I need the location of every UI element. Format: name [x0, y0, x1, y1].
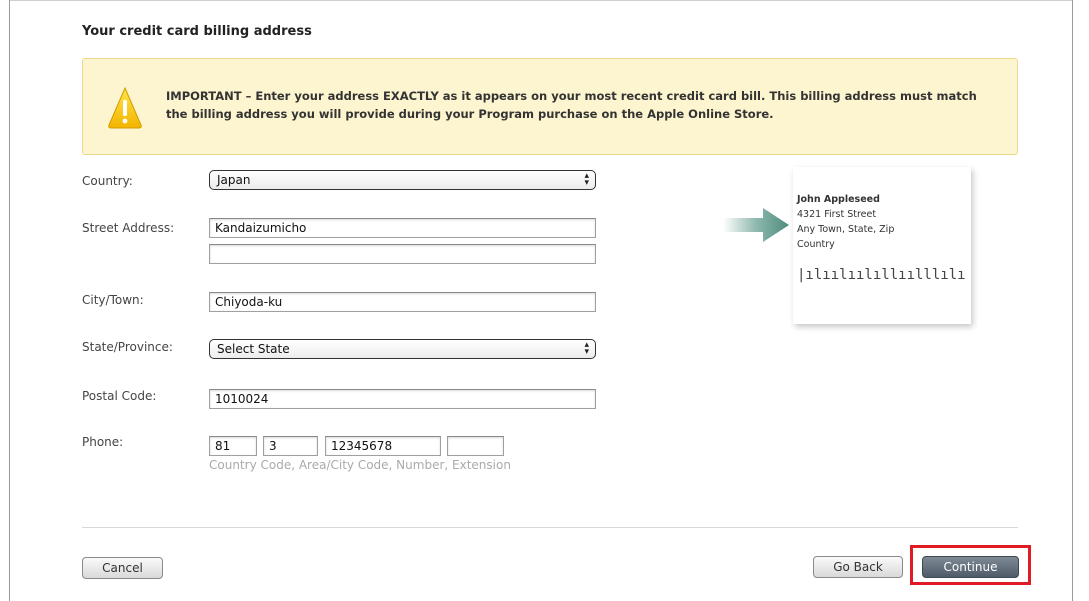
section-title: Your credit card billing address: [82, 24, 312, 39]
country-select[interactable]: Japan ▴ ▾: [209, 170, 596, 190]
state-select[interactable]: Select State ▴ ▾: [209, 339, 596, 359]
sample-name: John Appleseed: [797, 194, 880, 205]
state-select-value: Select State: [217, 342, 290, 356]
phone-hint: Country Code, Area/City Code, Number, Ex…: [209, 458, 511, 472]
phone-number-field[interactable]: 12345678: [325, 436, 441, 456]
select-arrows-icon: ▴ ▾: [584, 171, 589, 188]
warning-icon: [108, 86, 142, 129]
street-address-line1-field[interactable]: Kandaizumicho: [209, 218, 596, 238]
sample-address-text: John Appleseed 4321 First Street Any Tow…: [797, 192, 894, 252]
frame-top-border: [9, 0, 1073, 1]
street-address-line2-field[interactable]: [209, 244, 596, 264]
postal-code-label: Postal Code:: [82, 389, 157, 403]
phone-extension-field[interactable]: [447, 436, 504, 456]
frame-left-border: [9, 0, 10, 601]
go-back-button[interactable]: Go Back: [813, 556, 903, 578]
postal-code-field[interactable]: 1010024: [209, 389, 596, 409]
city-label: City/Town:: [82, 293, 144, 307]
state-label: State/Province:: [82, 340, 173, 354]
important-notice: IMPORTANT – Enter your address EXACTLY a…: [82, 58, 1018, 155]
street-address-label: Street Address:: [82, 221, 175, 235]
phone-label: Phone:: [82, 435, 124, 449]
country-select-value: Japan: [217, 173, 251, 187]
select-arrows-icon: ▴ ▾: [584, 340, 589, 357]
sample-country: Country: [797, 239, 835, 250]
phone-country-code-field[interactable]: 81: [209, 436, 257, 456]
frame-right-border: [1072, 0, 1073, 601]
continue-highlight-box: [910, 545, 1031, 585]
notice-text: IMPORTANT – Enter your address EXACTLY a…: [166, 89, 977, 121]
cancel-button[interactable]: Cancel: [82, 557, 163, 579]
country-label: Country:: [82, 174, 133, 188]
city-field[interactable]: Chiyoda-ku: [209, 292, 596, 312]
sample-street: 4321 First Street: [797, 209, 877, 220]
sample-city-line: Any Town, State, Zip: [797, 224, 895, 235]
footer-divider: [82, 527, 1018, 528]
barcode-icon: |ılıılıılıllıılllılı: [797, 267, 966, 283]
arrow-right-icon: [723, 208, 789, 242]
phone-area-code-field[interactable]: 3: [263, 436, 318, 456]
